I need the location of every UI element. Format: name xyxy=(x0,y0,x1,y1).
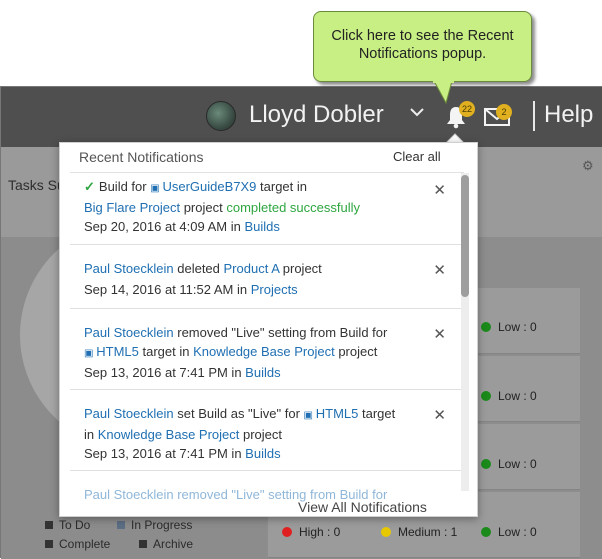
notification-text: ✓ Build for ▣ UserGuideB7X9 target in xyxy=(84,179,307,194)
popup-title: Recent Notifications xyxy=(79,149,204,165)
project-link[interactable]: Product A xyxy=(224,261,280,276)
notification-date: Sep 20, 2016 at 4:09 AM in Builds xyxy=(84,219,280,234)
low-count: Low : 0 xyxy=(481,457,537,471)
callout-bubble: Click here to see the Recent Notificatio… xyxy=(313,11,532,82)
low-count: Low : 0 xyxy=(481,525,537,539)
notification-item[interactable]: Paul Stoecklein deleted Product A projec… xyxy=(70,245,464,309)
top-bar: Lloyd Dobler 22 2 Help xyxy=(1,87,602,147)
gear-icon[interactable]: ⚙ xyxy=(582,158,594,174)
help-link[interactable]: Help xyxy=(544,101,593,129)
user-link[interactable]: Paul Stoecklein xyxy=(84,261,174,276)
callout-pointer xyxy=(433,81,454,105)
notification-text: Big Flare Project project completed succ… xyxy=(84,200,361,215)
header-separator xyxy=(533,101,535,131)
legend-item-todo: To Do xyxy=(45,518,90,532)
low-count: Low : 0 xyxy=(481,389,537,403)
scrollbar-thumb[interactable] xyxy=(461,175,469,297)
close-icon[interactable]: ✕ xyxy=(433,181,446,200)
notification-text: Paul Stoecklein set Build as "Live" for … xyxy=(84,406,396,421)
legend-item-in-progress: In Progress xyxy=(117,518,192,532)
notification-text: Paul Stoecklein deleted Product A projec… xyxy=(84,261,322,276)
callout-text: Click here to see the Recent Notificatio… xyxy=(331,28,514,62)
avatar[interactable] xyxy=(206,101,236,131)
target-link[interactable]: HTML5 xyxy=(316,406,359,421)
notification-item[interactable]: Paul Stoecklein set Build as "Live" for … xyxy=(70,390,464,471)
area-link[interactable]: Builds xyxy=(244,219,279,234)
target-link[interactable]: UserGuideB7X9 xyxy=(162,179,256,194)
project-link[interactable]: Big Flare Project xyxy=(84,200,180,215)
notification-date: Sep 13, 2016 at 7:41 PM in Builds xyxy=(84,446,281,461)
tasks-summary-title: Tasks Su xyxy=(8,177,65,193)
close-icon[interactable]: ✕ xyxy=(433,261,446,280)
legend-item-archive: Archive xyxy=(139,537,193,551)
low-count: Low : 0 xyxy=(481,320,537,334)
build-icon: ▣ xyxy=(150,183,163,194)
high-count: High : 0 xyxy=(282,525,340,539)
clear-all-button[interactable]: Clear all xyxy=(393,149,441,164)
recent-notifications-popup: Recent Notifications Clear all ✓ Build fo… xyxy=(59,142,478,517)
check-icon: ✓ xyxy=(84,179,95,194)
close-icon[interactable]: ✕ xyxy=(433,325,446,344)
build-icon: ▣ xyxy=(84,348,97,359)
area-link[interactable]: Builds xyxy=(245,446,280,461)
user-name[interactable]: Lloyd Dobler xyxy=(249,101,384,129)
notification-item[interactable]: Paul Stoecklein removed "Live" setting f… xyxy=(70,309,464,390)
notification-text: ▣ HTML5 target in Knowledge Base Project… xyxy=(84,344,378,359)
status-text: completed successfully xyxy=(226,200,361,215)
legend-item-complete: Complete xyxy=(45,537,110,551)
chevron-down-icon[interactable] xyxy=(408,103,426,127)
area-link[interactable]: Projects xyxy=(251,282,298,297)
messages-count-badge: 2 xyxy=(496,104,512,120)
area-link[interactable]: Builds xyxy=(245,365,280,380)
target-link[interactable]: HTML5 xyxy=(96,344,139,359)
view-all-notifications-link[interactable]: View All Notifications xyxy=(298,499,427,515)
project-link[interactable]: Knowledge Base Project xyxy=(193,344,335,359)
build-icon: ▣ xyxy=(303,410,316,421)
notification-item[interactable]: ✓ Build for ▣ UserGuideB7X9 target in Big… xyxy=(70,173,464,245)
notification-date: Sep 14, 2016 at 11:52 AM in Projects xyxy=(84,282,298,297)
close-icon[interactable]: ✕ xyxy=(433,406,446,425)
notification-list[interactable]: ✓ Build for ▣ UserGuideB7X9 target in Big… xyxy=(70,172,464,494)
notification-text: in Knowledge Base Project project xyxy=(84,427,283,442)
user-link[interactable]: Paul Stoecklein xyxy=(84,325,174,340)
user-link[interactable]: Paul Stoecklein xyxy=(84,406,174,421)
notification-date: Sep 13, 2016 at 7:41 PM in Builds xyxy=(84,365,281,380)
project-link[interactable]: Knowledge Base Project xyxy=(98,427,240,442)
medium-count: Medium : 1 xyxy=(381,525,457,539)
notification-text: Paul Stoecklein removed "Live" setting f… xyxy=(84,325,388,340)
